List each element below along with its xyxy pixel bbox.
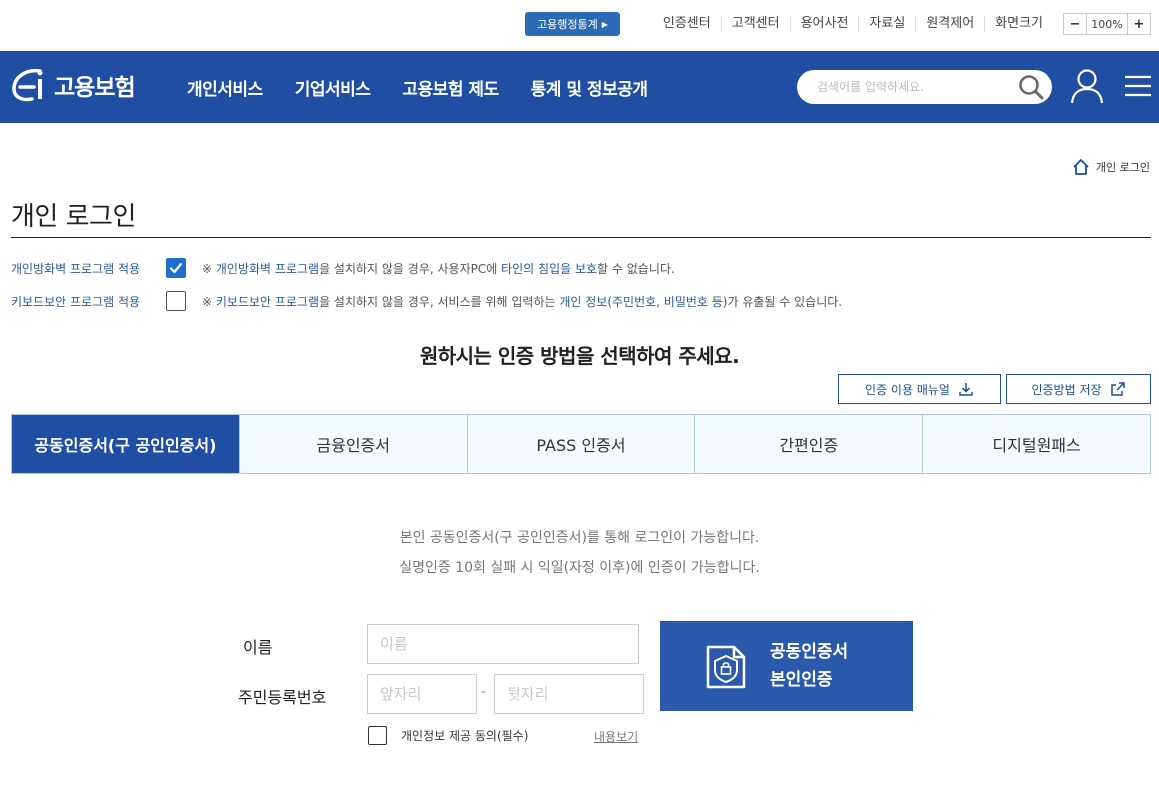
title-divider bbox=[11, 237, 1151, 238]
keyboard-note-highlight: 키보드보안 프로그램 bbox=[215, 294, 320, 309]
rrn-dash: - bbox=[481, 684, 487, 700]
firewall-option-row: 개인방화벽 프로그램 적용 ※ 개인방화벽 프로그램을 설치하지 않을 경우, … bbox=[11, 257, 675, 279]
zoom-out-button[interactable]: − bbox=[1064, 14, 1086, 34]
breadcrumb-current: 개인 로그인 bbox=[1095, 161, 1150, 174]
util-link-cert-center[interactable]: 인증센터 bbox=[653, 16, 722, 32]
keyboard-security-row: 키보드보안 프로그램 적용 ※ 키보드보안 프로그램을 설치하지 않을 경우, … bbox=[11, 290, 842, 312]
nav-personal-service[interactable]: 개인서비스 bbox=[187, 75, 263, 100]
note-mark: ※ bbox=[202, 261, 216, 276]
search-input[interactable] bbox=[817, 70, 1007, 104]
tab-simple-auth[interactable]: 간편인증 bbox=[695, 415, 924, 473]
user-icon[interactable] bbox=[1070, 68, 1104, 104]
firewall-note-highlight-2: 타인의 침입을 보호 bbox=[501, 261, 598, 276]
privacy-agree-row: 개인정보 제공 동의(필수) bbox=[368, 726, 528, 745]
rrn-front-input[interactable] bbox=[367, 674, 477, 714]
keyboard-note-highlight-2: 개인 정보(주민번호, 비밀번호 등) bbox=[559, 294, 728, 309]
auth-select-heading: 원하시는 인증 방법을 선택하여 주세요. bbox=[419, 344, 740, 368]
joint-cert-auth-button[interactable]: 공동인증서 본인인증 bbox=[660, 621, 913, 711]
firewall-note-end: 할 수 없습니다. bbox=[597, 261, 675, 276]
employment-stats-button[interactable]: 고용행정통계 ▶ bbox=[525, 12, 620, 36]
utility-links: 인증센터 고객센터 용어사전 자료실 원격제어 화면크기 bbox=[653, 12, 1053, 36]
privacy-agree-checkbox[interactable] bbox=[368, 726, 387, 745]
caret-right-icon: ▶ bbox=[601, 19, 608, 29]
search-icon[interactable] bbox=[1018, 74, 1044, 100]
cert-button-text: 공동인증서 본인인증 bbox=[770, 641, 848, 691]
privacy-agree-label: 개인정보 제공 동의(필수) bbox=[401, 729, 529, 743]
ei-logo-icon bbox=[12, 68, 43, 102]
name-input[interactable] bbox=[367, 624, 639, 664]
save-auth-method-button[interactable]: 인증방법 저장 bbox=[1006, 374, 1151, 404]
nav-insurance-system[interactable]: 고용보험 제도 bbox=[402, 75, 499, 100]
util-link-customer-center[interactable]: 고객센터 bbox=[722, 16, 791, 32]
rrn-back-input[interactable] bbox=[494, 674, 644, 714]
zoom-value: 100% bbox=[1086, 14, 1128, 34]
keyboard-security-note: ※ 키보드보안 프로그램을 설치하지 않을 경우, 서비스를 위해 입력하는 개… bbox=[202, 293, 842, 310]
site-logo[interactable]: 고용보험 bbox=[10, 63, 136, 107]
page-title: 개인 로그인 bbox=[11, 202, 136, 232]
auth-method-tabs: 공동인증서(구 공인인증서) 금융인증서 PASS 인증서 간편인증 디지털원패… bbox=[11, 414, 1151, 474]
main-header: 고용보험 개인서비스 기업서비스 고용보험 제도 통계 및 정보공개 bbox=[0, 51, 1159, 123]
external-link-icon bbox=[1110, 382, 1125, 396]
check-icon bbox=[169, 262, 183, 274]
utility-bar: 고용행정통계 ▶ 인증센터 고객센터 용어사전 자료실 원격제어 화면크기 − … bbox=[0, 0, 1159, 51]
search-box bbox=[797, 70, 1052, 104]
rrn-label: 주민등록번호 bbox=[238, 688, 327, 707]
util-link-remote-control[interactable]: 원격제어 bbox=[916, 16, 986, 32]
cert-button-line2: 본인인증 bbox=[770, 670, 833, 690]
zoom-in-button[interactable]: + bbox=[1128, 14, 1150, 34]
zoom-control: − 100% + bbox=[1063, 13, 1151, 35]
auth-manual-label: 인증 이용 매뉴얼 bbox=[865, 382, 950, 397]
keyboard-security-checkbox[interactable] bbox=[166, 291, 186, 311]
view-terms-link[interactable]: 내용보기 bbox=[594, 728, 638, 745]
hamburger-menu-icon[interactable] bbox=[1125, 75, 1151, 97]
certificate-lock-icon bbox=[706, 645, 746, 689]
download-icon bbox=[959, 383, 973, 396]
cert-button-line1: 공동인증서 bbox=[770, 642, 849, 662]
tab-digital-onepass[interactable]: 디지털원패스 bbox=[923, 415, 1150, 473]
firewall-note: ※ 개인방화벽 프로그램을 설치하지 않을 경우, 사용자PC에 타인의 침입을… bbox=[202, 260, 675, 277]
logo-text: 고용보험 bbox=[54, 75, 136, 101]
auth-manual-button[interactable]: 인증 이용 매뉴얼 bbox=[838, 374, 1001, 404]
util-link-library[interactable]: 자료실 bbox=[859, 16, 917, 32]
nav-business-service[interactable]: 기업서비스 bbox=[295, 75, 371, 100]
main-nav: 개인서비스 기업서비스 고용보험 제도 통계 및 정보공개 bbox=[187, 51, 648, 123]
auth-info-line-1: 본인 공동인증서(구 공인인증서)를 통해 로그인이 가능합니다. bbox=[399, 530, 760, 546]
firewall-note-highlight: 개인방화벽 프로그램 bbox=[215, 261, 320, 276]
breadcrumb: 개인 로그인 bbox=[1072, 158, 1150, 176]
util-link-glossary[interactable]: 용어사전 bbox=[791, 16, 860, 32]
employment-stats-label: 고용행정통계 bbox=[537, 18, 598, 31]
keyboard-security-label: 키보드보안 프로그램 적용 bbox=[11, 294, 141, 309]
firewall-checkbox[interactable] bbox=[166, 258, 186, 278]
nav-stats-info[interactable]: 통계 및 정보공개 bbox=[531, 75, 648, 100]
keyboard-note-text: 을 설치하지 않을 경우, 서비스를 위해 입력하는 bbox=[319, 294, 560, 309]
auth-info-line-2: 실명인증 10회 실패 시 익일(자정 이후)에 인증이 가능합니다. bbox=[399, 560, 760, 576]
firewall-note-text: 을 설치하지 않을 경우, 사용자PC에 bbox=[319, 261, 502, 276]
name-label: 이름 bbox=[243, 638, 273, 657]
firewall-label: 개인방화벽 프로그램 적용 bbox=[11, 261, 141, 276]
tab-joint-certificate[interactable]: 공동인증서(구 공인인증서) bbox=[12, 415, 240, 473]
home-icon[interactable] bbox=[1072, 158, 1090, 176]
tab-financial-certificate[interactable]: 금융인증서 bbox=[239, 415, 468, 473]
util-label-screen-size: 화면크기 bbox=[995, 16, 1043, 31]
note-mark: ※ bbox=[202, 294, 216, 309]
keyboard-note-end: 가 유출될 수 있습니다. bbox=[727, 294, 843, 309]
save-auth-method-label: 인증방법 저장 bbox=[1031, 382, 1102, 397]
tab-pass-certificate[interactable]: PASS 인증서 bbox=[467, 415, 696, 473]
